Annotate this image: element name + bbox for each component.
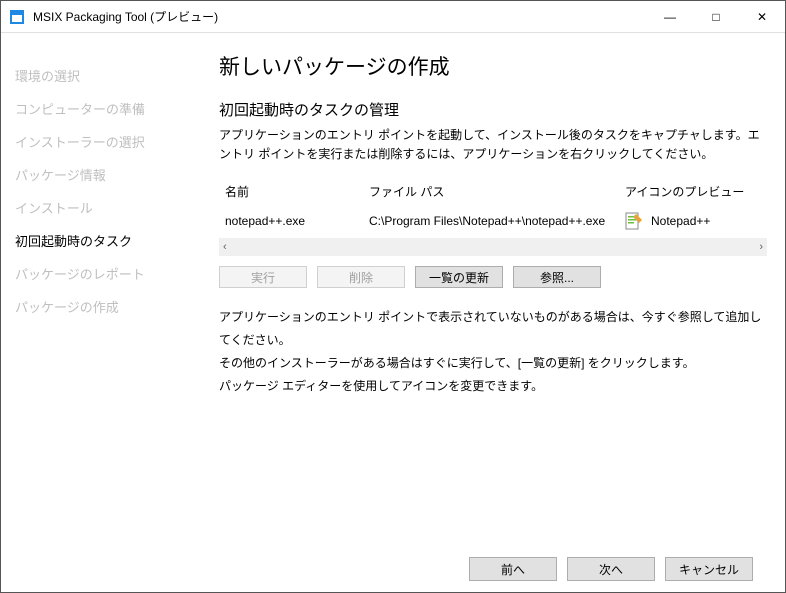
table-row[interactable]: notepad++.exe C:\Program Files\Notepad++… [219, 206, 767, 236]
sidebar-item-environment[interactable]: 環境の選択 [15, 59, 201, 92]
cell-path: C:\Program Files\Notepad++\notepad++.exe [369, 214, 625, 228]
app-icon [9, 9, 25, 25]
table-header: 名前 ファイル パス アイコンのプレビュー [219, 177, 767, 206]
refresh-button[interactable]: 一覧の更新 [415, 266, 503, 288]
help-text: アプリケーションのエントリ ポイントで表示されていないものがある場合は、今すぐ参… [219, 306, 767, 397]
main-panel: 新しいパッケージの作成 初回起動時のタスクの管理 アプリケーションのエントリ ポ… [201, 33, 785, 592]
app-window: MSIX Packaging Tool (プレビュー) — □ ✕ 環境の選択 … [0, 0, 786, 593]
cell-icon-label: Notepad++ [651, 214, 710, 228]
body: 環境の選択 コンピューターの準備 インストーラーの選択 パッケージ情報 インスト… [1, 33, 785, 592]
page-title: 新しいパッケージの作成 [219, 51, 767, 81]
help-line: パッケージ エディターを使用してアイコンを変更できます。 [219, 375, 767, 398]
run-button[interactable]: 実行 [219, 266, 307, 288]
scroll-left-icon[interactable]: ‹ [223, 241, 227, 253]
help-line: その他のインストーラーがある場合はすぐに実行して、[一覧の更新] をクリックしま… [219, 352, 767, 375]
minimize-button[interactable]: — [647, 1, 693, 32]
sidebar-item-install[interactable]: インストール [15, 191, 201, 224]
sidebar-item-package-info[interactable]: パッケージ情報 [15, 158, 201, 191]
browse-button[interactable]: 参照... [513, 266, 601, 288]
next-button[interactable]: 次へ [567, 557, 655, 581]
scroll-right-icon[interactable]: › [759, 241, 763, 253]
maximize-button[interactable]: □ [693, 1, 739, 32]
sidebar-item-installer[interactable]: インストーラーの選択 [15, 125, 201, 158]
wizard-footer: 前へ 次へ キャンセル [219, 546, 767, 592]
window-title: MSIX Packaging Tool (プレビュー) [33, 8, 647, 25]
delete-button[interactable]: 削除 [317, 266, 405, 288]
col-header-name: 名前 [219, 183, 369, 200]
col-header-icon-preview: アイコンのプレビュー [625, 183, 767, 200]
section-description: アプリケーションのエントリ ポイントを起動して、インストール後のタスクをキャプチ… [219, 126, 767, 163]
sidebar-item-prepare[interactable]: コンピューターの準備 [15, 92, 201, 125]
col-header-path: ファイル パス [369, 183, 625, 200]
close-button[interactable]: ✕ [739, 1, 785, 32]
cancel-button[interactable]: キャンセル [665, 557, 753, 581]
sidebar-item-create[interactable]: パッケージの作成 [15, 290, 201, 323]
cell-icon-preview: Notepad++ [625, 212, 767, 230]
section-subtitle: 初回起動時のタスクの管理 [219, 99, 767, 120]
help-line: アプリケーションのエントリ ポイントで表示されていないものがある場合は、今すぐ参… [219, 306, 767, 352]
sidebar: 環境の選択 コンピューターの準備 インストーラーの選択 パッケージ情報 インスト… [1, 33, 201, 592]
window-controls: — □ ✕ [647, 1, 785, 32]
notepadpp-icon [625, 212, 643, 230]
sidebar-item-first-launch[interactable]: 初回起動時のタスク [15, 224, 201, 257]
cell-name: notepad++.exe [219, 214, 369, 228]
titlebar: MSIX Packaging Tool (プレビュー) — □ ✕ [1, 1, 785, 33]
action-buttons: 実行 削除 一覧の更新 参照... [219, 266, 767, 288]
prev-button[interactable]: 前へ [469, 557, 557, 581]
horizontal-scrollbar[interactable]: ‹ › [219, 238, 767, 256]
sidebar-item-report[interactable]: パッケージのレポート [15, 257, 201, 290]
